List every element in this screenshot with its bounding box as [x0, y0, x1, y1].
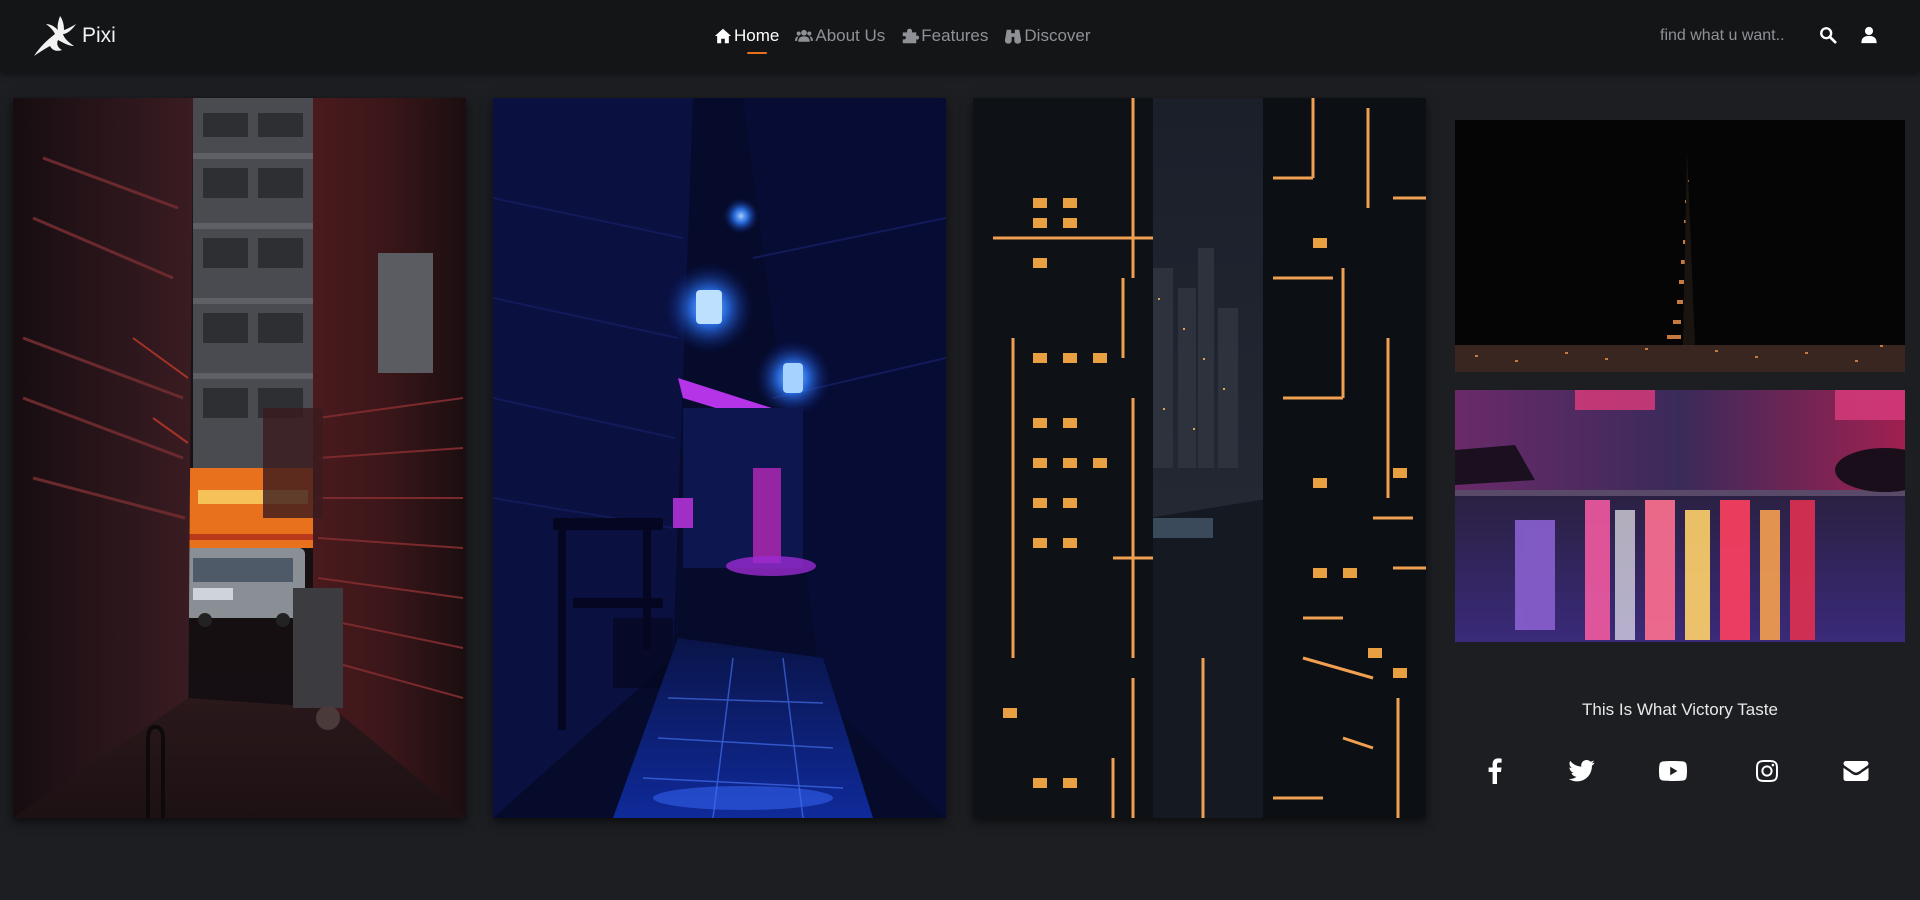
gallery-image-red-neon-alley[interactable]: [13, 98, 466, 818]
users-icon: [795, 29, 814, 42]
instagram-icon: [1756, 760, 1778, 782]
instagram-link[interactable]: [1752, 756, 1782, 786]
nav-item-label: Features: [921, 26, 989, 45]
nav-item-discover[interactable]: Discover: [1004, 0, 1091, 72]
nav-item-label: Discover: [1024, 26, 1091, 45]
gallery-image-blue-lantern-alley[interactable]: [493, 98, 946, 818]
fairy-logo-icon: [34, 16, 76, 56]
city-photo: [1455, 120, 1905, 372]
search-icon: [1820, 27, 1837, 44]
twitter-link[interactable]: [1567, 756, 1597, 786]
alley-photo: [493, 98, 946, 818]
nav-item-label: Home: [734, 26, 780, 45]
tagline: This Is What Victory Taste: [1582, 700, 1778, 719]
envelope-icon: [1843, 761, 1869, 781]
main-nav: Home About Us Features Discover: [714, 0, 1107, 72]
brand-name: Pixi: [82, 24, 116, 47]
alley-photo: [13, 98, 466, 818]
twitter-icon: [1569, 760, 1595, 782]
account-button[interactable]: [1860, 26, 1880, 46]
facebook-icon: [1488, 758, 1502, 784]
social-links: [1455, 756, 1905, 786]
city-photo: [973, 98, 1426, 818]
home-icon: [714, 28, 732, 44]
top-navbar: Pixi Home About Us Features Discover: [0, 0, 1920, 72]
binoculars-icon: [1005, 29, 1022, 44]
nav-item-about-us[interactable]: About Us: [795, 0, 885, 72]
youtube-icon: [1659, 761, 1687, 781]
facebook-link[interactable]: [1480, 756, 1510, 786]
nav-item-features[interactable]: Features: [901, 0, 988, 72]
user-icon: [1861, 26, 1877, 44]
youtube-link[interactable]: [1658, 756, 1688, 786]
nav-item-home[interactable]: Home: [714, 0, 779, 72]
nav-item-label: About Us: [815, 26, 886, 45]
street-photo: [1455, 390, 1905, 642]
side-image-dark-city-tower[interactable]: [1455, 120, 1905, 372]
gallery-image-night-skyscrapers[interactable]: [973, 98, 1426, 818]
email-link[interactable]: [1841, 756, 1871, 786]
puzzle-icon: [903, 28, 920, 44]
brand-logo-link[interactable]: Pixi: [30, 12, 116, 60]
search-button[interactable]: [1819, 26, 1839, 46]
side-image-neon-wet-street[interactable]: [1455, 390, 1905, 642]
search-input[interactable]: [1660, 22, 1810, 50]
